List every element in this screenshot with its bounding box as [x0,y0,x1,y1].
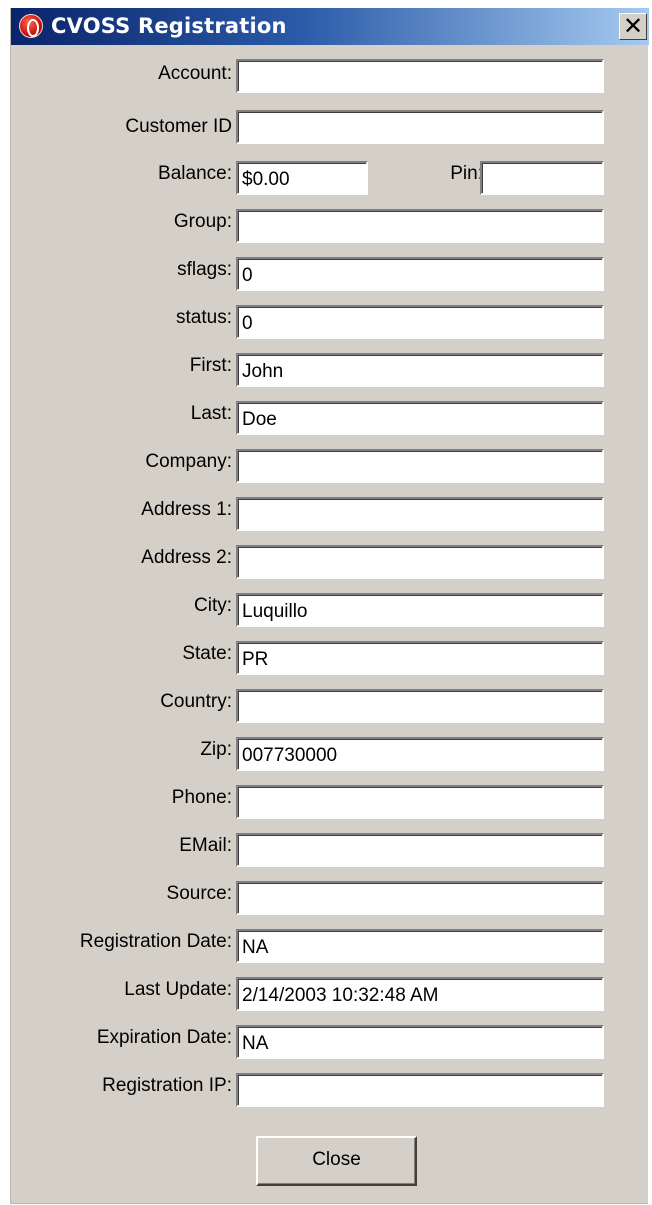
email-label: EMail: [179,835,232,856]
registration-ip-field[interactable] [236,1073,604,1107]
state-label: State: [182,643,232,664]
email-field[interactable] [236,833,604,867]
last-update-field[interactable]: 2/14/2003 10:32:48 AM [236,977,604,1011]
balance-label: Balance: [158,163,232,184]
group-label: Group: [173,211,232,232]
phone-label: Phone: [171,787,232,808]
pin-label: Pin: [450,163,483,184]
state-field[interactable]: PR [236,641,604,675]
registration-dialog: CVOSS Registration ✕ Account: Customer I… [10,8,649,1204]
status-field[interactable]: 0 [236,305,604,339]
city-field[interactable]: Luquillo [236,593,604,627]
country-label: Country: [160,691,232,712]
status-label: status: [176,307,232,328]
expiration-date-label: Expiration Date: [96,1027,232,1048]
title-bar[interactable]: CVOSS Registration ✕ [11,8,649,45]
company-label: Company: [145,451,232,472]
first-name-field[interactable]: John [236,353,604,387]
company-field[interactable] [236,449,604,483]
pin-field[interactable] [480,161,604,195]
source-field[interactable] [236,881,604,915]
sflags-label: sflags: [177,259,232,280]
expiration-date-field[interactable]: NA [236,1025,604,1059]
app-icon [19,14,43,38]
group-field[interactable] [236,209,604,243]
last-name-label: Last: [190,403,232,424]
registration-ip-label: Registration IP: [102,1075,232,1096]
balance-field[interactable]: $0.00 [236,161,368,195]
address2-field[interactable] [236,545,604,579]
zip-label: Zip: [200,739,232,760]
source-label: Source: [166,883,232,904]
close-button[interactable]: Close [256,1136,417,1186]
zip-field[interactable]: 007730000 [236,737,604,771]
registration-date-field[interactable]: NA [236,929,604,963]
account-label: Account: [158,63,232,84]
first-name-label: First: [189,355,232,376]
close-icon[interactable]: ✕ [619,13,647,40]
sflags-field[interactable]: 0 [236,257,604,291]
last-name-field[interactable]: Doe [236,401,604,435]
registration-date-label: Registration Date: [79,931,232,952]
customer-id-label: Customer ID [125,116,232,137]
phone-field[interactable] [236,785,604,819]
country-field[interactable] [236,689,604,723]
address1-field[interactable] [236,497,604,531]
window-title: CVOSS Registration [51,14,287,38]
city-label: City: [194,595,232,616]
last-update-label: Last Update: [124,979,232,1000]
customer-id-field[interactable] [236,110,604,144]
account-field[interactable] [236,59,604,93]
address1-label: Address 1: [141,499,232,520]
address2-label: Address 2: [141,547,232,568]
